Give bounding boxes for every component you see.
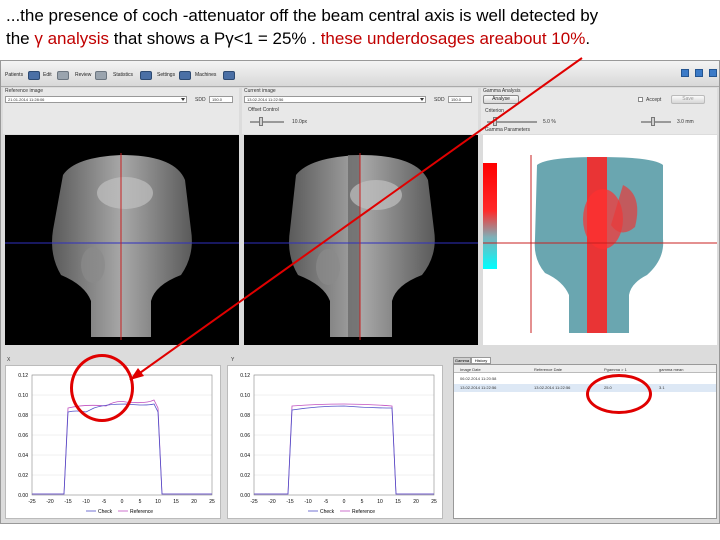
annotation-overlay xyxy=(129,57,583,381)
highlight-ring-profile xyxy=(70,354,134,422)
highlight-ring-pgamma xyxy=(586,374,652,414)
annotation-arrow xyxy=(129,57,583,381)
